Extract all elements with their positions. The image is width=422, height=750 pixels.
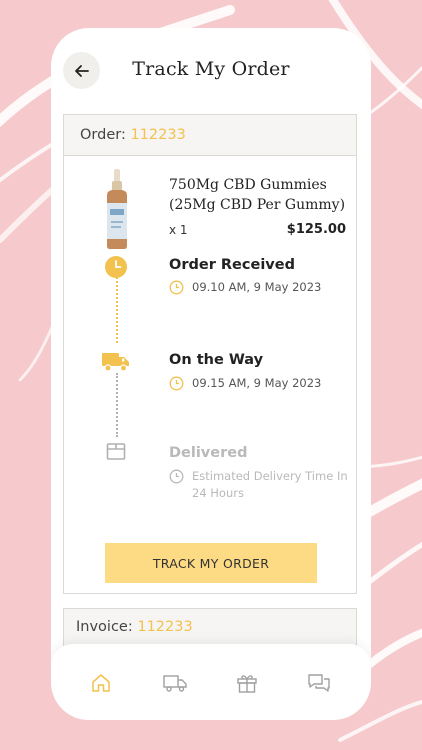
- nav-home[interactable]: [89, 671, 113, 695]
- step-time-delivered: Estimated Delivery Time In 24 Hours: [169, 468, 349, 502]
- step-time-text: 09.15 AM, 9 May 2023: [192, 376, 322, 390]
- cbd-bottle-icon: [107, 169, 127, 249]
- product-price: $125.00: [286, 222, 346, 237]
- order-timeline: Order Received 09.10 AM, 9 May 2023 On t…: [64, 255, 358, 515]
- small-clock-icon: [169, 469, 184, 484]
- truck-icon: [163, 675, 187, 692]
- order-card: Order: 112233 750Mg CBD Gummies (25Mg CB…: [63, 114, 357, 594]
- order-header: Order: 112233: [64, 115, 356, 156]
- step-title-delivered: Delivered: [169, 445, 248, 461]
- step-title-on-way: On the Way: [169, 352, 264, 368]
- clock-icon: [105, 256, 127, 278]
- home-icon: [92, 674, 110, 692]
- step-title-received: Order Received: [169, 257, 295, 273]
- invoice-label: Invoice:: [76, 619, 133, 635]
- small-clock-icon: [169, 280, 184, 295]
- nav-delivery[interactable]: [163, 671, 187, 695]
- bottom-nav: [51, 644, 371, 720]
- gift-icon: [237, 675, 257, 693]
- track-order-button[interactable]: TRACK MY ORDER: [105, 543, 317, 583]
- order-number: 112233: [130, 127, 186, 143]
- step-time-text: Estimated Delivery Time In 24 Hours: [192, 469, 348, 500]
- nav-chat[interactable]: [307, 671, 331, 695]
- product-quantity: x 1: [169, 223, 188, 237]
- app-screen: Track My Order Order: 112233 750Mg CBD G…: [51, 28, 371, 720]
- chat-icon: [308, 674, 330, 692]
- timeline-connector: [116, 373, 118, 437]
- order-label: Order:: [80, 127, 126, 143]
- page-title: Track My Order: [132, 58, 290, 80]
- box-icon: [106, 443, 126, 460]
- step-time-received: 09.10 AM, 9 May 2023: [169, 279, 321, 296]
- timeline-connector: [116, 277, 118, 343]
- product-name: 750Mg CBD Gummies (25Mg CBD Per Gummy): [169, 177, 346, 213]
- step-time-text: 09.10 AM, 9 May 2023: [192, 280, 322, 294]
- step-time-on-way: 09.15 AM, 9 May 2023: [169, 375, 321, 392]
- invoice-number: 112233: [137, 619, 193, 635]
- header: Track My Order: [51, 28, 371, 114]
- product-item: 750Mg CBD Gummies (25Mg CBD Per Gummy) x…: [64, 155, 358, 255]
- small-clock-icon: [169, 376, 184, 391]
- delivery-truck-icon: [102, 353, 129, 372]
- nav-gifts[interactable]: [235, 671, 259, 695]
